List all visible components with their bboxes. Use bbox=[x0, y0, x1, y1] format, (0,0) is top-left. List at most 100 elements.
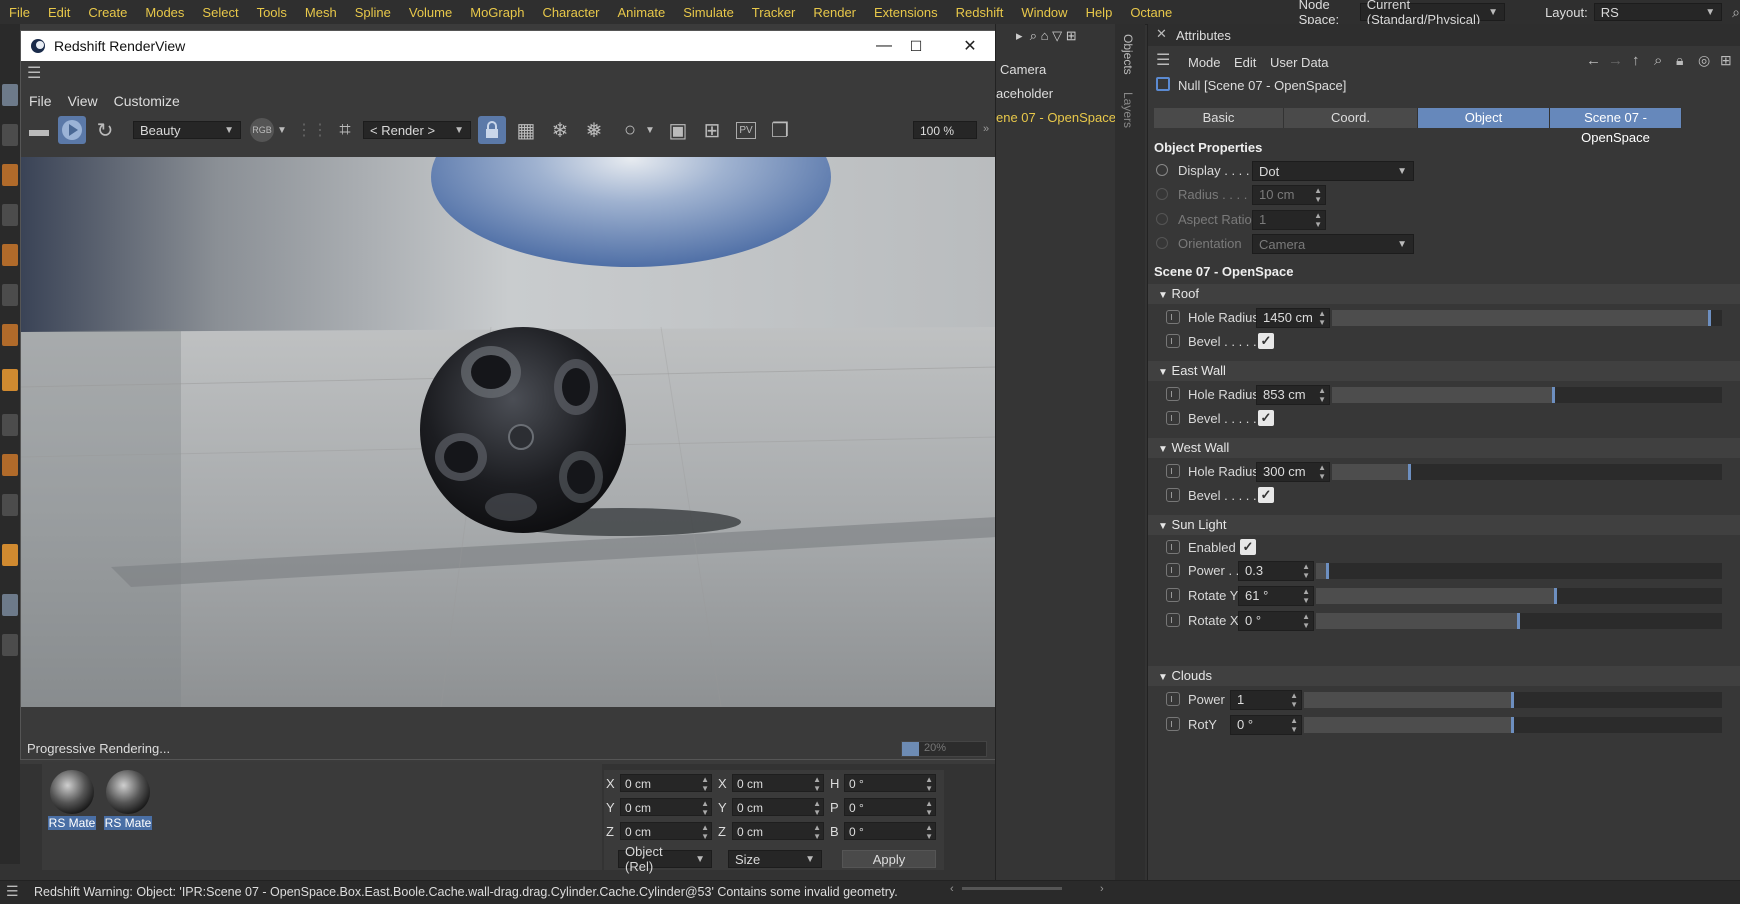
spinner-icon[interactable]: ▲ ▼ bbox=[1302, 587, 1310, 605]
animation-key-icon[interactable] bbox=[1166, 411, 1180, 425]
menu-octane[interactable]: Octane bbox=[1121, 5, 1181, 20]
dots-grid-icon[interactable]: ⋮⋮ bbox=[296, 115, 328, 145]
maximize-icon[interactable]: ☐ bbox=[893, 31, 939, 61]
lock-button[interactable] bbox=[477, 115, 507, 145]
display-dropdown[interactable]: Dot ▼ bbox=[1252, 161, 1414, 181]
sun-power-field[interactable]: 0.3 ▲ ▼ bbox=[1238, 561, 1314, 581]
spinner-icon[interactable]: ▲ ▼ bbox=[701, 823, 709, 841]
spinner-icon[interactable]: ▲ ▼ bbox=[1318, 463, 1326, 481]
animation-key-icon[interactable] bbox=[1166, 717, 1180, 731]
tool-icon[interactable] bbox=[2, 164, 18, 186]
tab-layers[interactable]: Layers bbox=[1121, 92, 1135, 128]
scroll-left-icon[interactable]: ‹ bbox=[950, 883, 954, 895]
tool-icon[interactable] bbox=[2, 414, 18, 436]
apply-button[interactable]: Apply bbox=[842, 850, 936, 868]
camera-dropdown[interactable]: < Render > ▼ bbox=[363, 121, 471, 139]
renderview-titlebar[interactable]: Redshift RenderView — ☐ ✕ bbox=[21, 31, 997, 61]
spinner-icon[interactable]: ▲ ▼ bbox=[925, 823, 933, 841]
search-icon[interactable]: ⌕ bbox=[1732, 4, 1740, 21]
menu-file[interactable]: File bbox=[0, 5, 39, 20]
animation-key-icon[interactable] bbox=[1166, 563, 1180, 577]
forward-arrow-icon[interactable]: → bbox=[1608, 52, 1623, 69]
more-icon[interactable]: » bbox=[983, 123, 989, 135]
menu-render[interactable]: Render bbox=[804, 5, 865, 20]
spinner-icon[interactable]: ▲ ▼ bbox=[701, 799, 709, 817]
rv-menu-file[interactable]: File bbox=[29, 93, 52, 109]
snowflake-g-icon[interactable]: ❅ bbox=[579, 115, 609, 145]
east-wall-group-header[interactable]: ▼ East Wall bbox=[1148, 361, 1740, 381]
sun-power-slider[interactable] bbox=[1316, 563, 1722, 579]
rv-menu-customize[interactable]: Customize bbox=[114, 93, 180, 109]
slider-handle[interactable] bbox=[1517, 613, 1520, 629]
roof-hole-radius-field[interactable]: 1450 cm ▲ ▼ bbox=[1256, 308, 1330, 328]
animation-key-icon[interactable] bbox=[1166, 387, 1180, 401]
slider-handle[interactable] bbox=[1511, 717, 1514, 733]
slider-handle[interactable] bbox=[1708, 310, 1711, 326]
add-snapshot-icon[interactable]: ⊞ bbox=[697, 115, 727, 145]
sun-light-group-header[interactable]: ▼ Sun Light bbox=[1148, 515, 1740, 535]
zoom-field[interactable]: 100 % bbox=[913, 121, 977, 139]
material-thumbnail[interactable]: RS Mate bbox=[104, 768, 152, 830]
hamburger-menu-icon[interactable]: ☰ bbox=[27, 63, 41, 83]
render-start-button[interactable] bbox=[57, 115, 87, 145]
size-z-field[interactable]: 0 cm ▲ ▼ bbox=[732, 822, 824, 841]
attr-menu-mode[interactable]: Mode bbox=[1188, 55, 1221, 70]
west-hole-radius-slider[interactable] bbox=[1332, 464, 1722, 480]
tool-icon[interactable] bbox=[2, 204, 18, 226]
menu-redshift[interactable]: Redshift bbox=[947, 5, 1013, 20]
spinner-icon[interactable]: ▲ ▼ bbox=[925, 799, 933, 817]
coord-mode-dropdown[interactable]: Object (Rel) ▼ bbox=[618, 844, 712, 874]
tab-coord[interactable]: Coord. bbox=[1284, 108, 1418, 128]
material-thumbnail[interactable]: RS Mate bbox=[48, 768, 96, 830]
clouds-roty-field[interactable]: 0 ° ▲ ▼ bbox=[1230, 715, 1302, 735]
position-y-field[interactable]: 0 cm ▲ ▼ bbox=[620, 798, 712, 817]
menu-tracker[interactable]: Tracker bbox=[743, 5, 805, 20]
tab-basic[interactable]: Basic bbox=[1154, 108, 1284, 128]
chevron-down-icon[interactable]: ▼ bbox=[643, 115, 657, 145]
crop-icon[interactable]: ⌗ bbox=[331, 115, 359, 145]
spinner-icon[interactable]: ▲ ▼ bbox=[1318, 386, 1326, 404]
tool-icon[interactable] bbox=[2, 84, 18, 106]
tool-icon[interactable] bbox=[2, 369, 18, 391]
clapper-icon[interactable]: ▬ bbox=[25, 115, 53, 145]
attr-menu-edit[interactable]: Edit bbox=[1234, 55, 1256, 70]
spinner-icon[interactable]: ▲ ▼ bbox=[701, 775, 709, 793]
tool-icon[interactable] bbox=[2, 454, 18, 476]
clouds-power-slider[interactable] bbox=[1304, 692, 1722, 708]
menu-mograph[interactable]: MoGraph bbox=[461, 5, 533, 20]
rotation-p-field[interactable]: 0 ° ▲ ▼ bbox=[844, 798, 936, 817]
sun-rotate-x-slider[interactable] bbox=[1316, 613, 1722, 629]
west-wall-group-header[interactable]: ▼ West Wall bbox=[1148, 438, 1740, 458]
close-icon[interactable]: ✕ bbox=[1156, 26, 1167, 42]
clouds-power-field[interactable]: 1 ▲ ▼ bbox=[1230, 690, 1302, 710]
horizontal-scrollbar[interactable]: ‹ › bbox=[950, 883, 1110, 895]
object-item-scene[interactable]: ene 07 - OpenSpace bbox=[996, 110, 1116, 125]
tab-objects[interactable]: Objects bbox=[1121, 34, 1135, 75]
menu-spline[interactable]: Spline bbox=[346, 5, 400, 20]
menu-volume[interactable]: Volume bbox=[400, 5, 461, 20]
menu-help[interactable]: Help bbox=[1077, 5, 1122, 20]
sun-rotate-x-field[interactable]: 0 ° ▲ ▼ bbox=[1238, 611, 1314, 631]
menu-character[interactable]: Character bbox=[533, 5, 608, 20]
menu-select[interactable]: Select bbox=[193, 5, 247, 20]
sun-rotate-y-slider[interactable] bbox=[1316, 588, 1722, 604]
tool-icon[interactable] bbox=[2, 284, 18, 306]
copy-icon[interactable]: ❐ bbox=[765, 115, 795, 145]
object-item-camera[interactable]: Camera bbox=[1000, 62, 1046, 77]
spinner-icon[interactable]: ▲ ▼ bbox=[1290, 691, 1298, 709]
snowflake-icon[interactable]: ❄ bbox=[545, 115, 575, 145]
sun-rotate-y-field[interactable]: 61 ° ▲ ▼ bbox=[1238, 586, 1314, 606]
close-icon[interactable]: ✕ bbox=[947, 31, 993, 61]
tool-icon[interactable] bbox=[2, 244, 18, 266]
spinner-icon[interactable]: ▲ ▼ bbox=[1302, 562, 1310, 580]
spinner-icon[interactable]: ▲ ▼ bbox=[1290, 716, 1298, 734]
image-icon[interactable]: ▣ bbox=[663, 115, 693, 145]
hamburger-menu-icon[interactable]: ☰ bbox=[6, 883, 19, 900]
sun-enabled-checkbox[interactable]: ✓ bbox=[1240, 539, 1256, 555]
back-arrow-icon[interactable]: ← bbox=[1586, 52, 1601, 69]
grid-icon[interactable]: ▦ bbox=[511, 115, 541, 145]
east-hole-radius-field[interactable]: 853 cm ▲ ▼ bbox=[1256, 385, 1330, 405]
spinner-icon[interactable]: ▲ ▼ bbox=[813, 775, 821, 793]
menu-mesh[interactable]: Mesh bbox=[296, 5, 346, 20]
clouds-roty-slider[interactable] bbox=[1304, 717, 1722, 733]
